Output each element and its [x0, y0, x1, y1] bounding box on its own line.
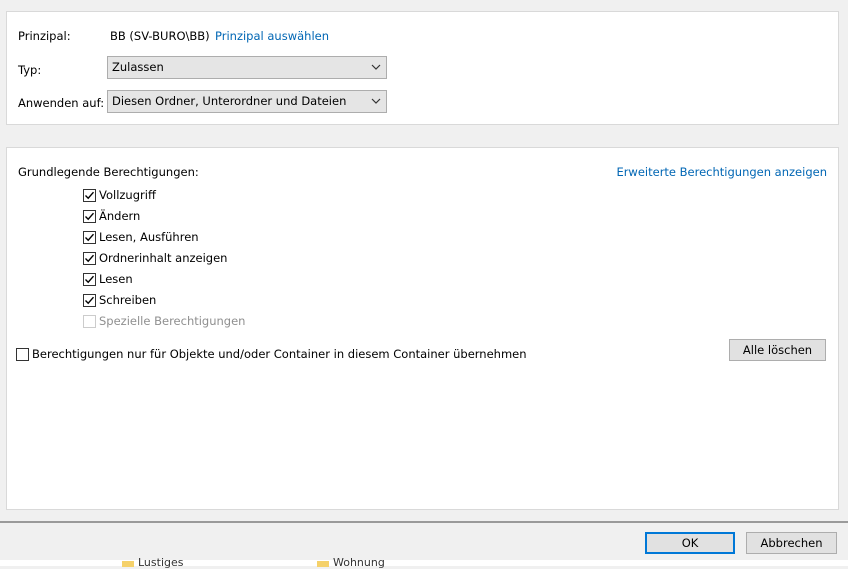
folder-icon — [122, 561, 134, 567]
permission-checkbox[interactable] — [83, 273, 96, 286]
principal-label: Prinzipal: — [18, 29, 71, 43]
permission-checkbox — [83, 315, 96, 328]
chevron-down-icon — [371, 98, 381, 104]
type-select-value: Zulassen — [112, 60, 164, 74]
footer-divider — [0, 521, 848, 523]
checkmark-icon — [85, 254, 95, 263]
background-item: Wohnung — [333, 556, 385, 569]
permission-checkbox[interactable] — [83, 231, 96, 244]
principal-panel: Prinzipal: BB (SV-BURO\BB) Prinzipal aus… — [6, 11, 839, 125]
select-principal-link[interactable]: Prinzipal auswählen — [215, 29, 329, 43]
cancel-button[interactable]: Abbrechen — [746, 532, 837, 554]
permission-label: Ordnerinhalt anzeigen — [99, 251, 228, 265]
ok-button[interactable]: OK — [645, 532, 735, 554]
checkmark-icon — [85, 212, 95, 221]
apply-to-select-value: Diesen Ordner, Unterordner und Dateien — [112, 94, 347, 108]
type-label: Typ: — [18, 63, 42, 77]
permission-label: Spezielle Berechtigungen — [99, 314, 246, 328]
apply-to-label: Anwenden auf: — [18, 96, 105, 110]
checkmark-icon — [85, 233, 95, 242]
basic-permissions-heading: Grundlegende Berechtigungen: — [18, 165, 199, 179]
permission-checkbox[interactable] — [83, 252, 96, 265]
permission-checkbox[interactable] — [83, 294, 96, 307]
permission-label: Ändern — [99, 209, 141, 223]
permission-checkbox[interactable] — [83, 210, 96, 223]
inherit-option-label: Berechtigungen nur für Objekte und/oder … — [32, 347, 527, 361]
permission-label: Vollzugriff — [99, 188, 156, 202]
inherit-checkbox[interactable] — [16, 348, 29, 361]
apply-to-select[interactable]: Diesen Ordner, Unterordner und Dateien — [107, 90, 387, 113]
checkmark-icon — [85, 296, 95, 305]
permission-checkbox[interactable] — [83, 189, 96, 202]
principal-value: BB (SV-BURO\BB) — [110, 29, 210, 43]
background-item: Lustiges — [138, 556, 184, 569]
advanced-permissions-link[interactable]: Erweiterte Berechtigungen anzeigen — [616, 165, 827, 179]
folder-icon — [317, 561, 329, 567]
permission-label: Schreiben — [99, 293, 157, 307]
checkmark-icon — [85, 275, 95, 284]
permission-label: Lesen — [99, 272, 133, 286]
permissions-panel: Grundlegende Berechtigungen: Erweiterte … — [6, 147, 839, 510]
checkmark-icon — [85, 191, 95, 200]
type-select[interactable]: Zulassen — [107, 56, 387, 79]
permission-label: Lesen, Ausführen — [99, 230, 199, 244]
clear-all-button[interactable]: Alle löschen — [729, 339, 826, 361]
chevron-down-icon — [371, 64, 381, 70]
